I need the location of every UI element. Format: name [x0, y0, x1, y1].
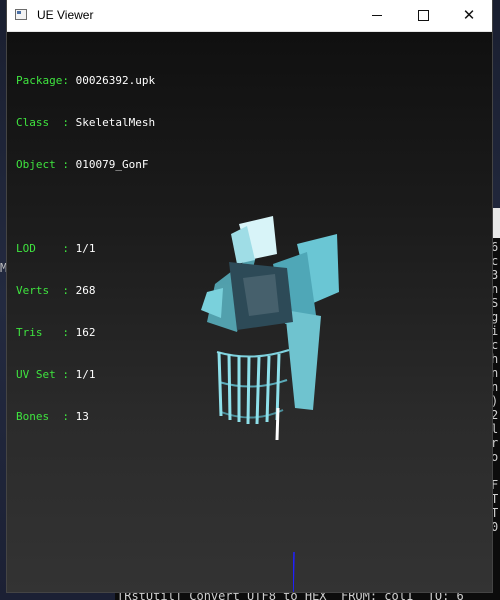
info-package-label: Package:	[16, 74, 69, 87]
title-bar[interactable]: UE Viewer ✕	[7, 0, 492, 32]
info-uvset-label: UV Set :	[16, 368, 69, 381]
info-spacer	[16, 200, 155, 214]
info-class-label: Class :	[16, 116, 69, 129]
info-object-value: 010079_GonF	[75, 158, 149, 171]
axis-gizmo	[293, 552, 295, 592]
minimize-icon	[372, 15, 382, 16]
background-console-text: 6 c 3 n S g i c h n n ) 2 l r o F T T 0	[491, 240, 499, 534]
info-bones-label: Bones :	[16, 410, 69, 423]
3d-viewport[interactable]: Package: 00026392.upk Class : SkeletalMe…	[7, 32, 492, 592]
mesh-info-overlay: Package: 00026392.upk Class : SkeletalMe…	[16, 46, 155, 452]
close-icon: ✕	[462, 6, 476, 24]
info-uvset-row: UV Set : 1/1	[16, 368, 155, 382]
info-verts-row: Verts : 268	[16, 284, 155, 298]
app-icon	[15, 9, 27, 20]
info-package-row: Package: 00026392.upk	[16, 74, 155, 88]
info-class-value: SkeletalMesh	[75, 116, 156, 129]
maximize-icon	[417, 10, 429, 21]
ue-viewer-window: UE Viewer ✕ Package: 00026392.upk Class …	[7, 0, 492, 592]
info-object-label: Object :	[16, 158, 69, 171]
info-package-value: 00026392.upk	[75, 74, 156, 87]
info-verts-value: 268	[75, 284, 96, 297]
info-class-row: Class : SkeletalMesh	[16, 116, 155, 130]
info-object-row: Object : 010079_GonF	[16, 158, 155, 172]
info-lod-label: LOD :	[16, 242, 69, 255]
info-uvset-value: 1/1	[75, 368, 96, 381]
info-bones-value: 13	[75, 410, 89, 423]
desktop: M 6 c 3 n S g i c h n n ) 2 l r o F T T …	[0, 0, 500, 600]
info-verts-label: Verts :	[16, 284, 69, 297]
info-bones-row: Bones : 13	[16, 410, 155, 424]
info-lod-value: 1/1	[75, 242, 96, 255]
close-button[interactable]: ✕	[446, 0, 492, 31]
info-tris-row: Tris : 162	[16, 326, 155, 340]
info-lod-row: LOD : 1/1	[16, 242, 155, 256]
window-title: UE Viewer	[37, 8, 94, 22]
maximize-button[interactable]	[400, 0, 446, 31]
info-tris-label: Tris :	[16, 326, 69, 339]
info-tris-value: 162	[75, 326, 96, 339]
skeletal-mesh-render[interactable]	[177, 212, 347, 442]
minimize-button[interactable]	[354, 0, 400, 31]
